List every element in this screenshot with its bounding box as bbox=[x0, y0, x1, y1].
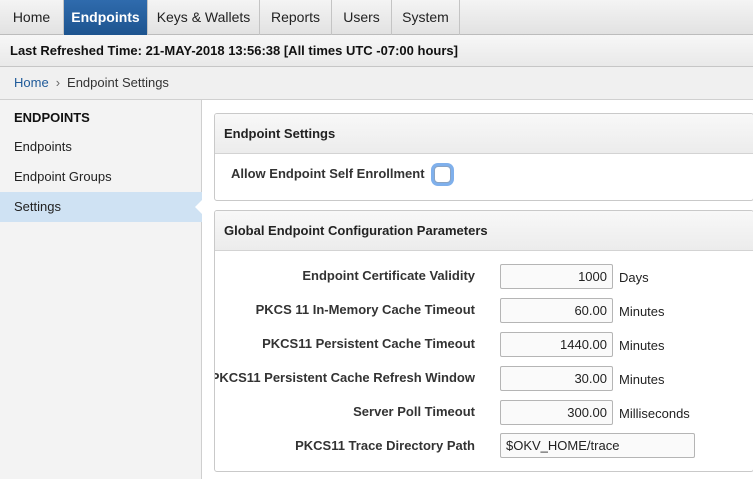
param-label-server-poll-timeout: Server Poll Timeout bbox=[353, 404, 475, 419]
param-unit-minutes: Minutes bbox=[619, 304, 665, 319]
cert-validity-input[interactable]: 1000 bbox=[500, 264, 613, 289]
cache-refresh-window-input[interactable]: 30.00 bbox=[500, 366, 613, 391]
self-enrollment-checkbox[interactable] bbox=[434, 166, 451, 183]
global-params-title: Global Endpoint Configuration Parameters bbox=[215, 211, 753, 251]
tab-reports[interactable]: Reports bbox=[260, 0, 332, 35]
inmemory-cache-timeout-input[interactable]: 60.00 bbox=[500, 298, 613, 323]
param-unit-milliseconds: Milliseconds bbox=[619, 406, 690, 421]
tab-home[interactable]: Home bbox=[0, 0, 64, 35]
breadcrumb-chevron-icon: › bbox=[55, 75, 61, 90]
sidebar: ENDPOINTS Endpoints Endpoint Groups Sett… bbox=[0, 100, 203, 479]
sidebar-heading: ENDPOINTS bbox=[14, 110, 90, 125]
tab-keys-wallets[interactable]: Keys & Wallets bbox=[148, 0, 260, 35]
last-refreshed-bar: Last Refreshed Time: 21-MAY-2018 13:56:3… bbox=[0, 35, 753, 67]
param-unit-days: Days bbox=[619, 270, 649, 285]
param-label-inmemory-cache-timeout: PKCS 11 In-Memory Cache Timeout bbox=[255, 302, 475, 317]
persistent-cache-timeout-input[interactable]: 1440.00 bbox=[500, 332, 613, 357]
breadcrumb-current: Endpoint Settings bbox=[67, 75, 169, 90]
self-enrollment-label: Allow Endpoint Self Enrollment bbox=[231, 166, 425, 181]
sidebar-item-label: Endpoints bbox=[14, 139, 72, 154]
sidebar-item-endpoints[interactable]: Endpoints bbox=[0, 132, 202, 162]
sidebar-item-endpoint-groups[interactable]: Endpoint Groups bbox=[0, 162, 202, 192]
endpoint-settings-panel: Endpoint Settings Allow Endpoint Self En… bbox=[214, 113, 753, 201]
breadcrumb-home-link[interactable]: Home bbox=[14, 75, 49, 90]
param-unit-minutes: Minutes bbox=[619, 338, 665, 353]
param-label-persistent-cache-timeout: PKCS11 Persistent Cache Timeout bbox=[262, 336, 475, 351]
breadcrumb: Home › Endpoint Settings bbox=[0, 67, 753, 100]
tab-system[interactable]: System bbox=[392, 0, 460, 35]
trace-directory-path-input[interactable]: $OKV_HOME/trace bbox=[500, 433, 695, 458]
last-refreshed-text: Last Refreshed Time: 21-MAY-2018 13:56:3… bbox=[10, 43, 458, 58]
param-label-cache-refresh-window: PKCS11 Persistent Cache Refresh Window bbox=[214, 370, 475, 385]
sidebar-item-label: Settings bbox=[14, 199, 61, 214]
param-label-cert-validity: Endpoint Certificate Validity bbox=[302, 268, 475, 283]
param-label-trace-directory-path: PKCS11 Trace Directory Path bbox=[295, 438, 475, 453]
endpoint-settings-title: Endpoint Settings bbox=[215, 114, 753, 154]
sidebar-item-label: Endpoint Groups bbox=[14, 169, 112, 184]
tab-users[interactable]: Users bbox=[332, 0, 392, 35]
active-pointer-icon bbox=[195, 199, 203, 215]
sidebar-item-settings[interactable]: Settings bbox=[0, 192, 203, 222]
top-navigation: Home Endpoints Keys & Wallets Reports Us… bbox=[0, 0, 753, 35]
server-poll-timeout-input[interactable]: 300.00 bbox=[500, 400, 613, 425]
tab-endpoints[interactable]: Endpoints bbox=[64, 0, 148, 35]
param-unit-minutes: Minutes bbox=[619, 372, 665, 387]
global-params-panel: Global Endpoint Configuration Parameters… bbox=[214, 210, 753, 472]
